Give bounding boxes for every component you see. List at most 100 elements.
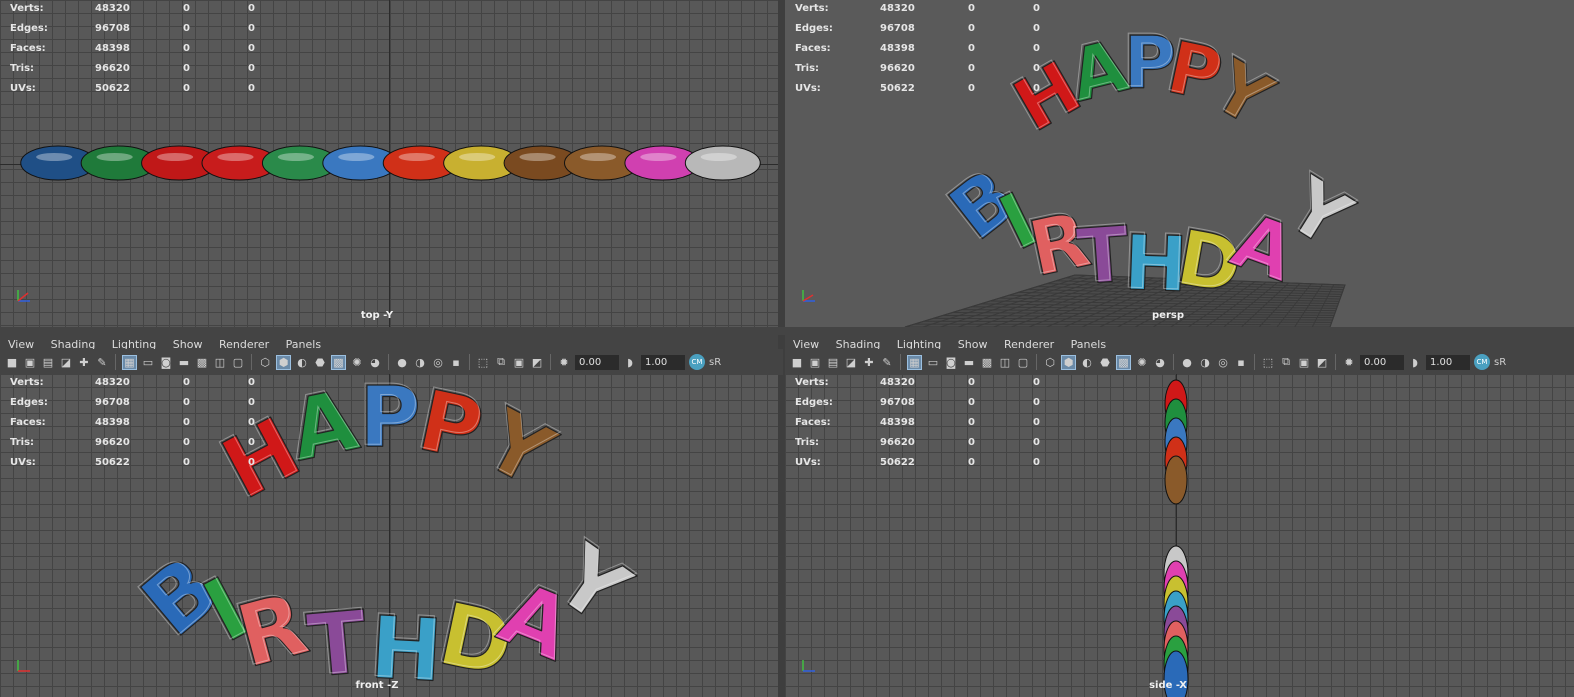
film-gate-icon[interactable]: ▭ xyxy=(141,355,155,369)
hud-label: Edges: xyxy=(795,397,833,408)
hud-selected-count: 0 xyxy=(968,377,975,388)
motion-blur-icon[interactable]: ◑ xyxy=(1198,355,1212,369)
smooth-shade-icon[interactable]: ⬢ xyxy=(276,354,291,370)
exposure-input[interactable]: 0.00 xyxy=(1360,354,1404,370)
balloon-highlight xyxy=(338,153,375,161)
anti-aliasing-icon[interactable]: ◎ xyxy=(1216,355,1230,369)
hud-extra-count: 0 xyxy=(1033,397,1040,408)
exposure-field[interactable]: 0.00 xyxy=(1360,354,1404,370)
hud-row: Edges: 96708 0 0 xyxy=(795,398,1055,418)
field-chart-icon[interactable]: ▩ xyxy=(195,355,209,369)
hud-extra-count: 0 xyxy=(248,23,255,34)
grid-toggle-icon[interactable]: ▦ xyxy=(907,354,922,370)
toolbar-separator xyxy=(900,354,901,370)
viewport-side[interactable]: Verts: 48320 0 0 Edges: 96708 0 0 Faces: 48398 0 0 T… xyxy=(785,374,1574,697)
screen-space-ao-icon[interactable]: ● xyxy=(1180,355,1194,369)
hud-label: UVs: xyxy=(795,83,821,94)
hud-row: Faces: 48398 0 0 xyxy=(10,44,270,64)
image-plane-icon[interactable]: ◪ xyxy=(59,355,73,369)
camera-select-icon[interactable]: ■ xyxy=(5,355,19,369)
smooth-shade-icon[interactable]: ⬢ xyxy=(1061,354,1076,370)
gate-mask-icon[interactable]: ▬ xyxy=(177,355,191,369)
textured-icon[interactable]: ▩ xyxy=(1116,354,1131,370)
wireframe-on-shaded-icon[interactable]: ⬣ xyxy=(1098,355,1112,369)
balloon-side-profile xyxy=(1164,455,1188,505)
gamma-field[interactable]: 1.00 xyxy=(1426,354,1470,370)
grid-toggle-icon[interactable]: ▦ xyxy=(122,354,137,370)
grease-pencil-icon[interactable]: ✎ xyxy=(95,355,109,369)
balloon-highlight xyxy=(640,153,677,161)
depth-of-field-icon[interactable]: ▪ xyxy=(1234,355,1248,369)
bookmark-icon[interactable]: ▤ xyxy=(826,355,840,369)
bookmark-icon[interactable]: ▤ xyxy=(41,355,55,369)
hud-extra-count: 0 xyxy=(248,397,255,408)
hud-label: Tris: xyxy=(10,437,35,448)
depth-of-field-icon[interactable]: ▪ xyxy=(449,355,463,369)
wireframe-icon[interactable]: ⬡ xyxy=(258,355,272,369)
hud-label: Verts: xyxy=(10,377,44,388)
gate-mask-icon[interactable]: ▬ xyxy=(962,355,976,369)
hud-extra-count: 0 xyxy=(1033,23,1040,34)
viewport-top[interactable]: Verts: 48320 0 0 Edges: 96708 0 0 Faces: 48398 0 0 T… xyxy=(0,0,778,327)
safe-action-icon[interactable]: ◫ xyxy=(998,355,1012,369)
isolate-select-icon[interactable]: ⬚ xyxy=(1261,355,1275,369)
hud-row: Faces: 48398 0 0 xyxy=(795,44,1055,64)
xray-icon[interactable]: ⧉ xyxy=(1279,355,1293,369)
default-material-icon[interactable]: ◐ xyxy=(1080,355,1094,369)
color-space-label[interactable]: sR xyxy=(709,357,721,368)
gamma-input[interactable]: 1.00 xyxy=(1426,354,1470,370)
shadows-icon[interactable]: ◕ xyxy=(368,355,382,369)
use-all-lights-icon[interactable]: ✺ xyxy=(350,355,364,369)
viewport-persp[interactable]: HHAAPPPPYYBBIIRRTTHHDDAAYY Verts: 48320 0 0… xyxy=(785,0,1574,327)
panel-divider-horizontal[interactable] xyxy=(0,327,1574,335)
exposure-field[interactable]: 0.00 xyxy=(575,354,619,370)
color-management-icon[interactable]: CM xyxy=(689,354,705,370)
gamma-field[interactable]: 1.00 xyxy=(641,354,685,370)
motion-blur-icon[interactable]: ◑ xyxy=(413,355,427,369)
grease-pencil-icon[interactable]: ✎ xyxy=(880,355,894,369)
camera-attributes-icon[interactable]: ▣ xyxy=(808,355,822,369)
camera-label: side -X xyxy=(1149,680,1187,691)
xray-icon[interactable]: ⧉ xyxy=(494,355,508,369)
xray-joints-icon[interactable]: ◩ xyxy=(530,355,544,369)
resolution-gate-icon[interactable]: ◙ xyxy=(944,355,958,369)
toolbar-separator xyxy=(1254,354,1255,370)
axis-gizmo-icon xyxy=(802,290,815,302)
screen-space-ao-icon[interactable]: ● xyxy=(395,355,409,369)
hud-selected-count: 0 xyxy=(968,23,975,34)
hud-row: Faces: 48398 0 0 xyxy=(10,418,270,438)
isolate-select-icon[interactable]: ⬚ xyxy=(476,355,490,369)
toolbar-separator xyxy=(251,354,252,370)
field-chart-icon[interactable]: ▩ xyxy=(980,355,994,369)
wireframe-on-shaded-icon[interactable]: ⬣ xyxy=(313,355,327,369)
color-management-icon[interactable]: CM xyxy=(1474,354,1490,370)
hud-label: UVs: xyxy=(10,83,36,94)
xray-active-icon[interactable]: ▣ xyxy=(1297,355,1311,369)
textured-icon[interactable]: ▩ xyxy=(331,354,346,370)
resolution-gate-icon[interactable]: ◙ xyxy=(159,355,173,369)
wireframe-icon[interactable]: ⬡ xyxy=(1043,355,1057,369)
default-material-icon[interactable]: ◐ xyxy=(295,355,309,369)
exposure-input[interactable]: 0.00 xyxy=(575,354,619,370)
safe-action-icon[interactable]: ◫ xyxy=(213,355,227,369)
camera-attributes-icon[interactable]: ▣ xyxy=(23,355,37,369)
hud-value: 96620 xyxy=(95,63,130,74)
xray-active-icon[interactable]: ▣ xyxy=(512,355,526,369)
anti-aliasing-icon[interactable]: ◎ xyxy=(431,355,445,369)
film-gate-icon[interactable]: ▭ xyxy=(926,355,940,369)
shadows-icon[interactable]: ◕ xyxy=(1153,355,1167,369)
2d-pan-icon[interactable]: ✚ xyxy=(77,355,91,369)
gamma-input[interactable]: 1.00 xyxy=(641,354,685,370)
use-all-lights-icon[interactable]: ✺ xyxy=(1135,355,1149,369)
image-plane-icon[interactable]: ◪ xyxy=(844,355,858,369)
safe-title-icon[interactable]: ▢ xyxy=(231,355,245,369)
color-space-label[interactable]: sR xyxy=(1494,357,1506,368)
viewport-front[interactable]: HHAAPPPPYYBBIIRRTTHHDDAAYY Verts: 48320 0 0… xyxy=(0,374,778,697)
toolbar-separator xyxy=(388,354,389,370)
xray-joints-icon[interactable]: ◩ xyxy=(1315,355,1329,369)
safe-title-icon[interactable]: ▢ xyxy=(1016,355,1030,369)
camera-select-icon[interactable]: ■ xyxy=(790,355,804,369)
2d-pan-icon[interactable]: ✚ xyxy=(862,355,876,369)
panel-toolbar-front: ■ ▣ ▤ ◪ ✚ ✎ ▦ ▭ ◙ ▬ ▩ ◫ ▢ ⬡ ⬢ ◐ ⬣ ▩ ✺ ◕ … xyxy=(0,349,783,375)
hud-row: UVs: 50622 0 0 xyxy=(795,458,1055,478)
